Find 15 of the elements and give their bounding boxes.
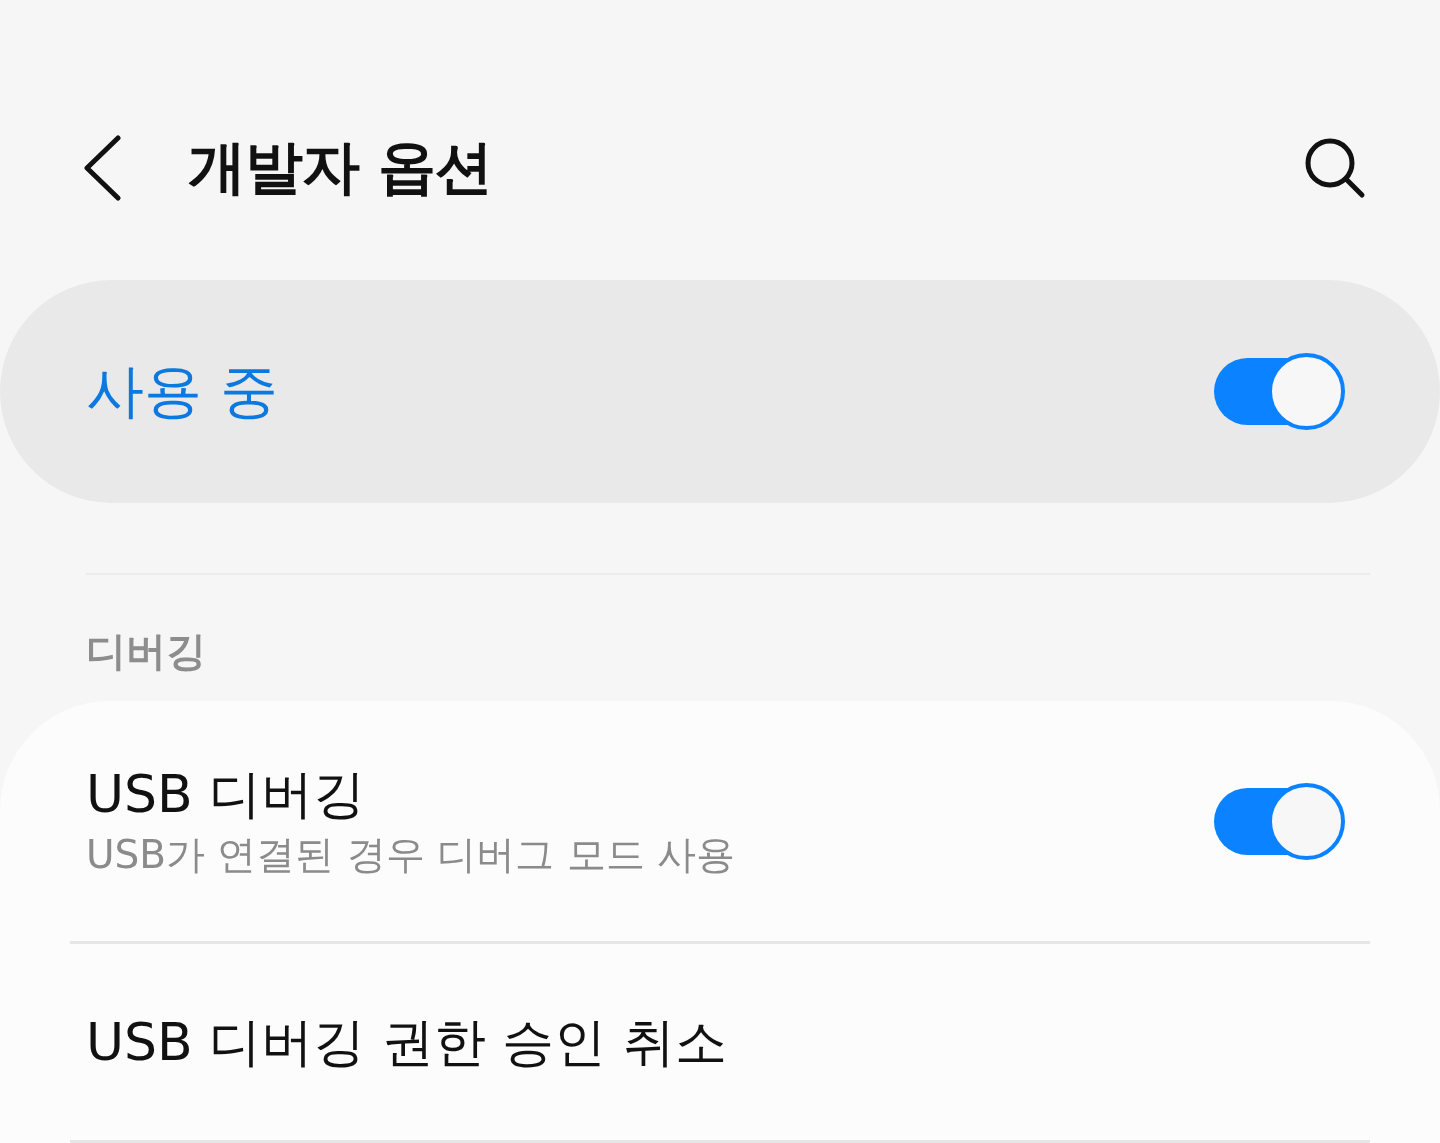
- toggle-switch[interactable]: [1214, 353, 1345, 430]
- search-button[interactable]: [1304, 137, 1366, 199]
- search-icon: [1304, 137, 1366, 199]
- chevron-left-icon: [82, 135, 122, 201]
- master-switch-label: 사용 중: [86, 356, 279, 427]
- page-title: 개발자 옵션: [188, 133, 493, 203]
- master-switch-bar[interactable]: 사용 중: [0, 280, 1440, 503]
- item-title: USB 디버깅: [86, 763, 367, 827]
- item-description: USB가 연결된 경우 디버그 모드 사용: [86, 831, 736, 880]
- item-title: USB 디버깅 권한 승인 취소: [86, 1010, 727, 1074]
- settings-item[interactable]: USB 디버깅 권한 승인 취소: [0, 944, 1440, 1140]
- back-button[interactable]: [82, 135, 122, 201]
- settings-item[interactable]: USB 디버깅 USB가 연결된 경우 디버그 모드 사용: [0, 701, 1440, 941]
- section-header: 디버깅: [85, 627, 207, 676]
- toggle-switch[interactable]: [1214, 782, 1345, 860]
